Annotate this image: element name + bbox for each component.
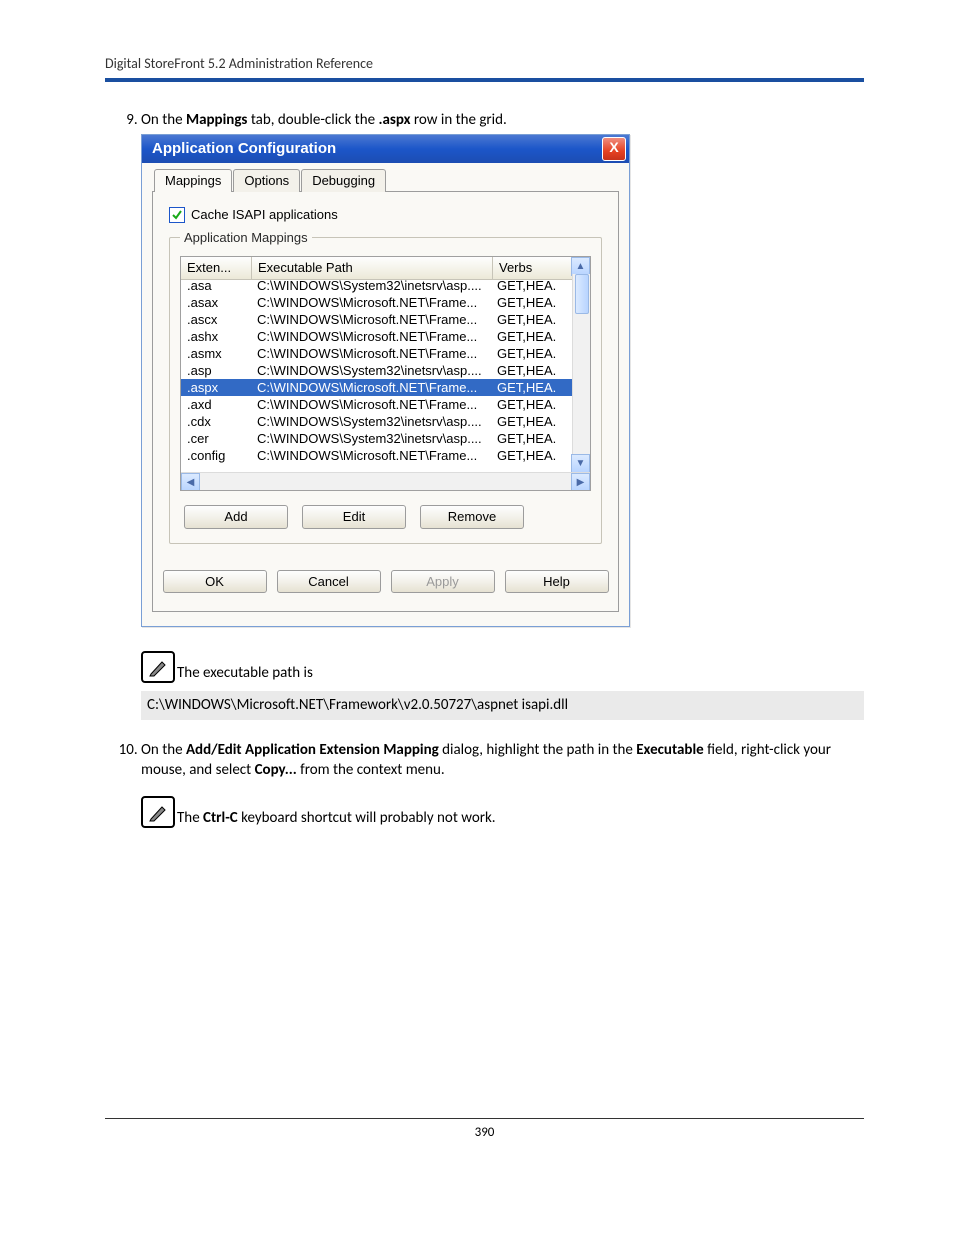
cell-extension: .asa (181, 277, 251, 294)
cell-path: C:\WINDOWS\Microsoft.NET\Frame... (251, 345, 491, 362)
table-row[interactable]: .aspC:\WINDOWS\System32\inetsrv\asp....G… (181, 362, 573, 379)
group-label: Application Mappings (180, 229, 312, 247)
text: dialog, highlight the path in the (439, 741, 636, 759)
table-row[interactable]: .ashxC:\WINDOWS\Microsoft.NET\Frame...GE… (181, 328, 573, 345)
ok-button[interactable]: OK (163, 570, 267, 594)
cell-extension: .axd (181, 396, 251, 413)
vertical-scrollbar[interactable] (572, 274, 590, 456)
table-row[interactable]: .configC:\WINDOWS\Microsoft.NET\Frame...… (181, 447, 573, 464)
note-text: The executable path is (177, 663, 313, 683)
table-row[interactable]: .asmxC:\WINDOWS\Microsoft.NET\Frame...GE… (181, 345, 573, 362)
cell-path: C:\WINDOWS\System32\inetsrv\asp.... (251, 413, 491, 430)
text: On the (141, 741, 186, 759)
cell-extension: .config (181, 447, 251, 464)
page-footer: 390 (105, 1118, 864, 1140)
col-extension[interactable]: Exten... (181, 257, 252, 279)
table-row[interactable]: .axdC:\WINDOWS\Microsoft.NET\Frame...GET… (181, 396, 573, 413)
application-configuration-dialog: Application Configuration X Mappings Opt… (141, 134, 630, 627)
cell-verbs: GET,HEA. (491, 328, 573, 345)
table-row[interactable]: .aspxC:\WINDOWS\Microsoft.NET\Frame...GE… (181, 379, 573, 396)
cell-verbs: GET,HEA. (491, 277, 573, 294)
tab-debugging[interactable]: Debugging (301, 169, 386, 192)
text: from the context menu. (297, 761, 445, 779)
note-icon (141, 796, 175, 828)
text-bold: Copy... (255, 761, 297, 779)
step-9: On the Mappings tab, double-click the .a… (141, 110, 864, 720)
text-bold: Mappings (186, 111, 247, 129)
text-bold: Add/Edit Application Extension Mapping (186, 741, 439, 759)
cell-extension: .cer (181, 430, 251, 447)
cell-path: C:\WINDOWS\Microsoft.NET\Frame... (251, 328, 491, 345)
table-row[interactable]: .asaC:\WINDOWS\System32\inetsrv\asp....G… (181, 277, 573, 294)
scroll-left-button[interactable]: ◀ (181, 473, 200, 491)
cancel-button[interactable]: Cancel (277, 570, 381, 594)
edit-button[interactable]: Edit (302, 505, 406, 529)
page-number: 390 (475, 1125, 495, 1140)
apply-button[interactable]: Apply (391, 570, 495, 594)
cell-path: C:\WINDOWS\Microsoft.NET\Frame... (251, 311, 491, 328)
cell-extension: .asmx (181, 345, 251, 362)
titlebar[interactable]: Application Configuration X (142, 135, 629, 163)
cache-isapi-checkbox[interactable] (169, 207, 185, 223)
text: On the (141, 111, 186, 129)
cell-path: C:\WINDOWS\Microsoft.NET\Frame... (251, 396, 491, 413)
cell-path: C:\WINDOWS\System32\inetsrv\asp.... (251, 362, 491, 379)
text-bold: Executable (636, 741, 703, 759)
note-text: The Ctrl-C keyboard shortcut will probab… (177, 808, 496, 828)
cell-extension: .asax (181, 294, 251, 311)
cell-verbs: GET,HEA. (491, 447, 573, 464)
executable-path-value: C:\WINDOWS\Microsoft.NET\Framework\v2.0.… (141, 691, 864, 719)
table-row[interactable]: .cerC:\WINDOWS\System32\inetsrv\asp....G… (181, 430, 573, 447)
tab-mappings[interactable]: Mappings (154, 169, 232, 192)
cell-extension: .ashx (181, 328, 251, 345)
cell-verbs: GET,HEA. (491, 345, 573, 362)
application-mappings-group: Application Mappings Exten... Executable… (169, 237, 602, 544)
cell-path: C:\WINDOWS\Microsoft.NET\Frame... (251, 294, 491, 311)
cell-extension: .asp (181, 362, 251, 379)
scroll-down-button[interactable]: ▼ (571, 454, 590, 473)
cell-verbs: GET,HEA. (491, 362, 573, 379)
cell-path: C:\WINDOWS\System32\inetsrv\asp.... (251, 277, 491, 294)
cache-isapi-label: Cache ISAPI applications (191, 206, 338, 224)
table-row[interactable]: .cdxC:\WINDOWS\System32\inetsrv\asp....G… (181, 413, 573, 430)
cell-verbs: GET,HEA. (491, 294, 573, 311)
table-row[interactable]: .asaxC:\WINDOWS\Microsoft.NET\Frame...GE… (181, 294, 573, 311)
cell-extension: .aspx (181, 379, 251, 396)
cell-extension: .ascx (181, 311, 251, 328)
cell-path: C:\WINDOWS\Microsoft.NET\Frame... (251, 447, 491, 464)
window-title: Application Configuration (152, 139, 336, 159)
close-button[interactable]: X (602, 137, 626, 161)
cell-extension: .cdx (181, 413, 251, 430)
cell-verbs: GET,HEA. (491, 396, 573, 413)
text-bold: .aspx (378, 111, 410, 129)
text: row in the grid. (411, 111, 507, 129)
tab-options[interactable]: Options (233, 169, 300, 192)
cell-verbs: GET,HEA. (491, 311, 573, 328)
text: tab, double-click the (247, 111, 378, 129)
cell-verbs: GET,HEA. (491, 413, 573, 430)
remove-button[interactable]: Remove (420, 505, 524, 529)
tabstrip: Mappings Options Debugging (154, 169, 619, 192)
add-button[interactable]: Add (184, 505, 288, 529)
cell-path: C:\WINDOWS\System32\inetsrv\asp.... (251, 430, 491, 447)
step-10: On the Add/Edit Application Extension Ma… (141, 740, 864, 829)
mappings-listview[interactable]: Exten... Executable Path Verbs .asaC:\WI… (180, 256, 591, 491)
col-executable-path[interactable]: Executable Path (252, 257, 493, 279)
cell-path: C:\WINDOWS\Microsoft.NET\Frame... (251, 379, 491, 396)
cell-verbs: GET,HEA. (491, 379, 573, 396)
note-icon (141, 651, 175, 683)
doc-header: Digital StoreFront 5.2 Administration Re… (105, 55, 864, 72)
cell-verbs: GET,HEA. (491, 430, 573, 447)
header-rule (105, 78, 864, 82)
scroll-right-button[interactable]: ▶ (571, 473, 590, 491)
tab-panel: Cache ISAPI applications Application Map… (152, 191, 619, 613)
scroll-thumb[interactable] (575, 274, 589, 314)
help-button[interactable]: Help (505, 570, 609, 594)
table-row[interactable]: .ascxC:\WINDOWS\Microsoft.NET\Frame...GE… (181, 311, 573, 328)
horizontal-scrollbar[interactable]: ◀ ▶ (181, 472, 590, 490)
